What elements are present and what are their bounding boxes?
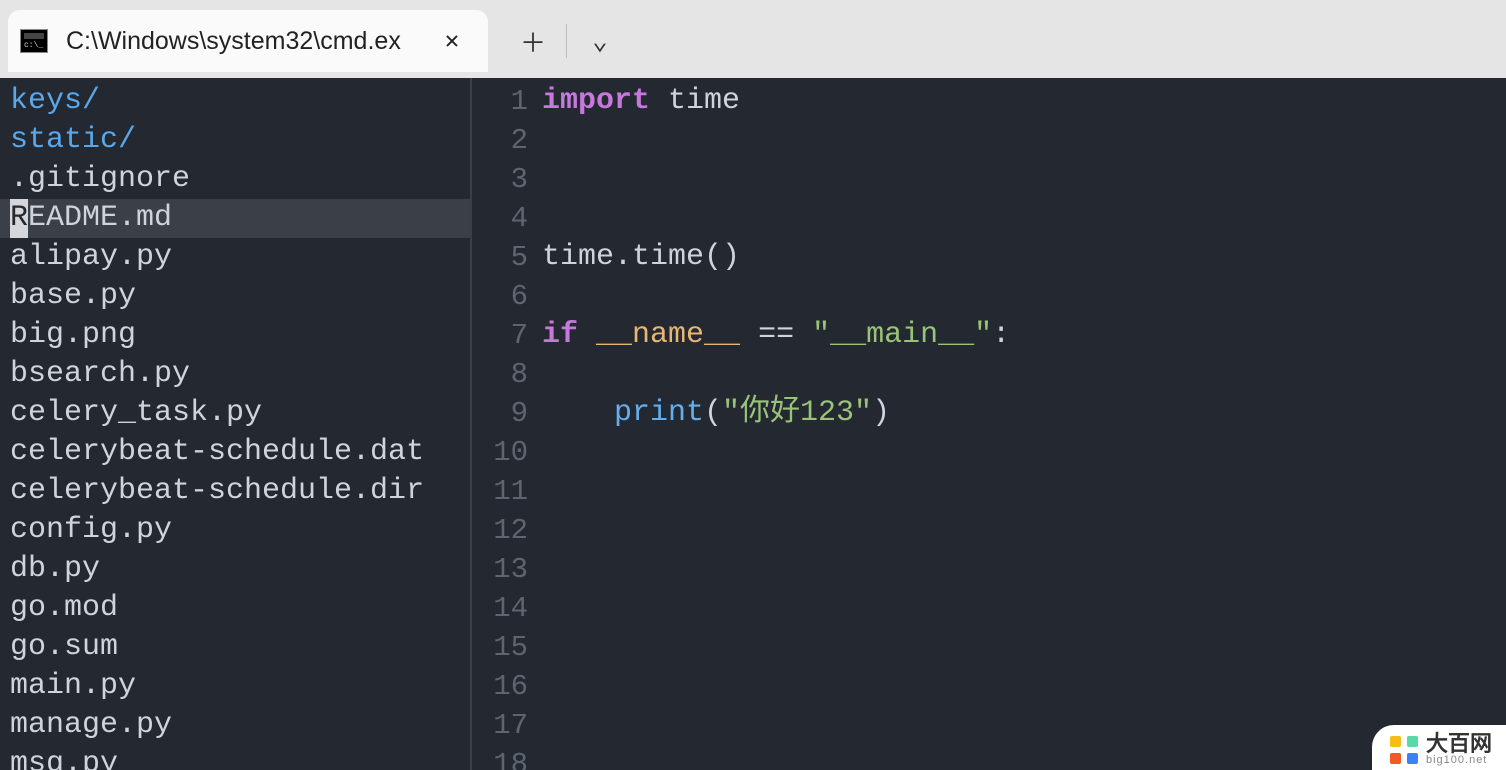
file-item-bsearch-py[interactable]: bsearch.py: [0, 355, 470, 394]
code-pane[interactable]: 123456789101112131415161718 import time …: [472, 78, 1506, 770]
code-line[interactable]: [542, 706, 1506, 745]
file-item-msg-py[interactable]: msg.py: [0, 745, 470, 770]
close-tab-button[interactable]: ✕: [432, 21, 472, 61]
cmd-icon: [20, 29, 48, 53]
line-number: 5: [472, 238, 528, 277]
tab-title: C:\Windows\system32\cmd.ex: [66, 27, 424, 56]
line-number: 13: [472, 550, 528, 589]
code-line[interactable]: [542, 355, 1506, 394]
code-line[interactable]: [542, 433, 1506, 472]
code-line[interactable]: print("你好123"): [542, 394, 1506, 433]
code-line[interactable]: [542, 589, 1506, 628]
file-item-manage-py[interactable]: manage.py: [0, 706, 470, 745]
code-line[interactable]: [542, 550, 1506, 589]
line-number: 16: [472, 667, 528, 706]
code-content[interactable]: import time time.time() if __name__ == "…: [542, 78, 1506, 770]
line-number: 1: [472, 82, 528, 121]
tab-actions: ＋ ⌄: [508, 10, 625, 72]
line-number: 18: [472, 745, 528, 770]
line-number: 9: [472, 394, 528, 433]
titlebar: C:\Windows\system32\cmd.ex ✕ ＋ ⌄: [0, 0, 1506, 78]
file-item-go-sum[interactable]: go.sum: [0, 628, 470, 667]
tab-dropdown-button[interactable]: ⌄: [575, 16, 625, 66]
file-item-alipay-py[interactable]: alipay.py: [0, 238, 470, 277]
code-line[interactable]: [542, 745, 1506, 770]
watermark-text: 大百网 big100.net: [1426, 733, 1492, 766]
watermark-subtitle: big100.net: [1426, 755, 1492, 766]
editor-area: keys/static/.gitignoreREADME.mdalipay.py…: [0, 78, 1506, 770]
file-item-celerybeat-schedule-dir[interactable]: celerybeat-schedule.dir: [0, 472, 470, 511]
line-number: 15: [472, 628, 528, 667]
watermark: 大百网 big100.net: [1372, 725, 1506, 770]
code-line[interactable]: [542, 511, 1506, 550]
line-number: 6: [472, 277, 528, 316]
line-number: 10: [472, 433, 528, 472]
watermark-title: 大百网: [1426, 733, 1492, 755]
code-line[interactable]: [542, 628, 1506, 667]
file-item-readme-md[interactable]: README.md: [0, 199, 470, 238]
line-number: 3: [472, 160, 528, 199]
file-item-big-png[interactable]: big.png: [0, 316, 470, 355]
file-item-main-py[interactable]: main.py: [0, 667, 470, 706]
code-line[interactable]: if __name__ == "__main__":: [542, 316, 1506, 355]
file-item-celery-task-py[interactable]: celery_task.py: [0, 394, 470, 433]
line-number-gutter: 123456789101112131415161718: [472, 78, 542, 770]
tab-separator: [566, 24, 567, 58]
line-number: 17: [472, 706, 528, 745]
file-item-static-[interactable]: static/: [0, 121, 470, 160]
line-number: 14: [472, 589, 528, 628]
file-item-keys-[interactable]: keys/: [0, 82, 470, 121]
file-item-go-mod[interactable]: go.mod: [0, 589, 470, 628]
line-number: 4: [472, 199, 528, 238]
code-line[interactable]: import time: [542, 82, 1506, 121]
terminal-tab[interactable]: C:\Windows\system32\cmd.ex ✕: [8, 10, 488, 72]
code-line[interactable]: [542, 667, 1506, 706]
tabs-row: C:\Windows\system32\cmd.ex ✕ ＋ ⌄: [8, 8, 1506, 72]
line-number: 12: [472, 511, 528, 550]
line-number: 7: [472, 316, 528, 355]
file-item-base-py[interactable]: base.py: [0, 277, 470, 316]
code-line[interactable]: time.time(): [542, 238, 1506, 277]
code-line[interactable]: [542, 199, 1506, 238]
line-number: 2: [472, 121, 528, 160]
file-item--gitignore[interactable]: .gitignore: [0, 160, 470, 199]
code-line[interactable]: [542, 472, 1506, 511]
code-line[interactable]: [542, 121, 1506, 160]
new-tab-button[interactable]: ＋: [508, 16, 558, 66]
file-tree[interactable]: keys/static/.gitignoreREADME.mdalipay.py…: [0, 78, 472, 770]
watermark-logo-icon: [1390, 736, 1418, 764]
code-line[interactable]: [542, 277, 1506, 316]
line-number: 11: [472, 472, 528, 511]
line-number: 8: [472, 355, 528, 394]
file-item-db-py[interactable]: db.py: [0, 550, 470, 589]
code-line[interactable]: [542, 160, 1506, 199]
file-item-config-py[interactable]: config.py: [0, 511, 470, 550]
file-item-celerybeat-schedule-dat[interactable]: celerybeat-schedule.dat: [0, 433, 470, 472]
